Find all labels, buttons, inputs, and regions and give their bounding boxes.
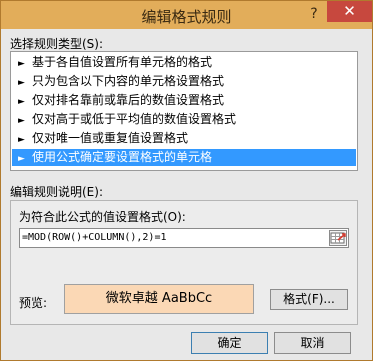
rule-type-item[interactable]: ► 基于各自值设置所有单元格的格式 xyxy=(12,54,356,71)
rule-type-item-label: 仅对高于或低于平均值的数值设置格式 xyxy=(32,112,237,126)
rule-type-item[interactable]: ► 仅对高于或低于平均值的数值设置格式 xyxy=(12,111,356,128)
formula-label: 为符合此公式的值设置格式(O): xyxy=(19,210,186,224)
rule-description-panel: 为符合此公式的值设置格式(O): =MOD(ROW()+COLUMN(),2)=… xyxy=(10,200,358,325)
triangle-right-icon: ► xyxy=(18,135,25,145)
rule-type-item-label: 只为包含以下内容的单元格设置格式 xyxy=(32,74,225,88)
triangle-right-icon: ► xyxy=(18,116,25,126)
triangle-right-icon: ► xyxy=(18,97,25,107)
help-button[interactable]: ? xyxy=(305,5,323,23)
triangle-right-icon: ► xyxy=(18,154,25,164)
triangle-right-icon: ► xyxy=(18,59,25,69)
rule-type-item[interactable]: ► 仅对唯一值或重复值设置格式 xyxy=(12,130,356,147)
format-button[interactable]: 格式(F)... xyxy=(270,289,348,310)
format-preview: 微软卓越 AaBbCc xyxy=(64,284,254,314)
rule-type-label: 选择规则类型(S): xyxy=(10,37,104,51)
rule-type-item-label: 仅对唯一值或重复值设置格式 xyxy=(32,131,189,145)
close-button[interactable]: ✕ xyxy=(327,1,372,22)
rule-type-item[interactable]: ► 只为包含以下内容的单元格设置格式 xyxy=(12,73,356,90)
rule-type-item[interactable]: ► 仅对排名靠前或靠后的数值设置格式 xyxy=(12,92,356,109)
rule-type-item-label: 仅对排名靠前或靠后的数值设置格式 xyxy=(32,93,225,107)
title-bar: 编辑格式规则 ? ✕ xyxy=(1,1,372,29)
range-select-button[interactable] xyxy=(329,230,347,246)
edit-format-rule-dialog: 编辑格式规则 ? ✕ 选择规则类型(S): ► 基于各自值设置所有单元格的格式 ►… xyxy=(0,0,373,361)
formula-text: =MOD(ROW()+COLUMN(),2)=1 xyxy=(22,232,167,243)
ok-button[interactable]: 确定 xyxy=(191,332,268,354)
rule-description-label: 编辑规则说明(E): xyxy=(10,185,103,199)
rule-type-item-label: 使用公式确定要设置格式的单元格 xyxy=(32,150,213,164)
cancel-button[interactable]: 取消 xyxy=(274,332,351,354)
rule-type-item-selected[interactable]: ► 使用公式确定要设置格式的单元格 xyxy=(12,149,356,166)
triangle-right-icon: ► xyxy=(18,78,25,88)
range-select-icon xyxy=(330,232,346,244)
rule-type-item-label: 基于各自值设置所有单元格的格式 xyxy=(32,55,213,69)
rule-type-list[interactable]: ► 基于各自值设置所有单元格的格式 ► 只为包含以下内容的单元格设置格式 ► 仅对排名… xyxy=(10,51,358,171)
formula-input[interactable]: =MOD(ROW()+COLUMN(),2)=1 xyxy=(19,228,349,248)
preview-label: 预览: xyxy=(19,296,48,310)
